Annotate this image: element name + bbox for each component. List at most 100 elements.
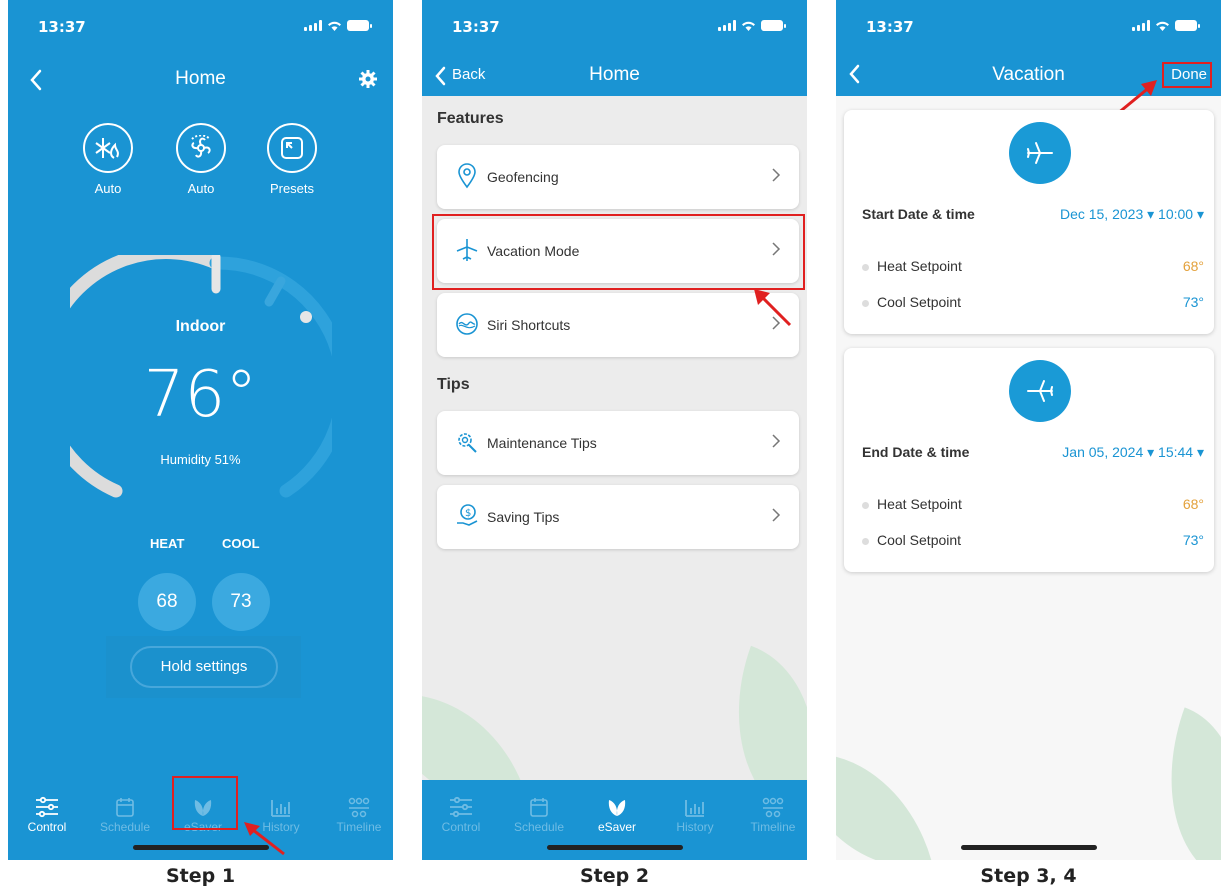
row-label: Cool Setpoint bbox=[877, 294, 962, 310]
row-label: Geofencing bbox=[487, 169, 559, 185]
calendar-icon bbox=[530, 798, 548, 817]
mode-button-system[interactable]: Auto bbox=[73, 123, 143, 196]
step1-screen: 13:37 Home Auto Auto Presets Indoor 76° bbox=[8, 0, 393, 860]
tab-control[interactable]: Control bbox=[426, 780, 496, 834]
home-indicator bbox=[960, 845, 1097, 850]
heat-setpoint-value: 68° bbox=[1182, 258, 1204, 274]
start-heat-setpoint-row[interactable]: Heat Setpoint 68° bbox=[862, 258, 1204, 274]
indoor-label: Indoor bbox=[175, 318, 226, 335]
status-bar: 13:37 bbox=[422, 0, 807, 52]
tab-control[interactable]: Control bbox=[12, 780, 82, 834]
decorative-leaf bbox=[836, 728, 933, 860]
mode-label: Presets bbox=[269, 181, 315, 196]
heat-setpoint[interactable]: 68 bbox=[138, 573, 196, 631]
status-icons bbox=[1132, 20, 1200, 31]
highlight-box bbox=[172, 776, 238, 830]
gear-icon[interactable] bbox=[359, 70, 377, 88]
step3-caption: Step 3, 4 bbox=[980, 865, 1077, 887]
highlight-box bbox=[432, 214, 805, 290]
bar-chart-icon bbox=[271, 800, 290, 817]
bar-chart-icon bbox=[685, 800, 704, 817]
row-label: Siri Shortcuts bbox=[487, 317, 571, 333]
end-date-label: End Date & time bbox=[862, 444, 970, 460]
svg-text:$: $ bbox=[465, 508, 471, 519]
tab-schedule[interactable]: Schedule bbox=[90, 780, 160, 834]
battery-icon bbox=[347, 20, 372, 31]
tab-timeline[interactable]: Timeline bbox=[738, 780, 807, 834]
tab-label: eSaver bbox=[597, 820, 637, 834]
status-bar: 13:37 bbox=[8, 0, 393, 52]
start-date-card: Start Date & time Dec 15, 2023 ▾ 10:00 ▾… bbox=[844, 110, 1214, 334]
start-cool-setpoint-row[interactable]: Cool Setpoint 73° bbox=[862, 294, 1204, 310]
page-title: Home bbox=[589, 64, 640, 85]
page-title: Home bbox=[175, 68, 226, 89]
row-label: Cool Setpoint bbox=[877, 532, 962, 548]
wifi-icon bbox=[1156, 21, 1169, 31]
home-indicator bbox=[546, 845, 683, 850]
humidity-readout: Humidity 51% bbox=[160, 452, 241, 467]
gear-wrench-icon bbox=[458, 433, 477, 453]
heat-label: HEAT bbox=[150, 536, 185, 551]
pointer-arrow bbox=[754, 289, 792, 327]
start-date-picker[interactable]: Dec 15, 2023 ▾ 10:00 ▾ bbox=[1060, 206, 1204, 223]
header-bar: 13:37 Back Home bbox=[422, 0, 807, 96]
status-icons bbox=[304, 20, 372, 31]
mode-button-fan[interactable]: Auto bbox=[166, 123, 236, 196]
geofencing-row[interactable]: Geofencing bbox=[437, 145, 799, 209]
step2-screen: 13:37 Back Home Features Geofencing Vaca… bbox=[422, 0, 807, 860]
tab-history[interactable]: History bbox=[660, 780, 730, 834]
calendar-icon bbox=[116, 798, 134, 817]
saving-tips-row[interactable]: $ Saving Tips bbox=[437, 485, 799, 549]
step1-caption: Step 1 bbox=[165, 865, 236, 887]
chevron-right-icon bbox=[772, 508, 781, 522]
row-label: Maintenance Tips bbox=[487, 435, 597, 451]
end-date-card: End Date & time Jan 05, 2024 ▾ 15:44 ▾ H… bbox=[844, 348, 1214, 572]
wifi-icon bbox=[328, 21, 341, 31]
signal-icon bbox=[718, 20, 736, 31]
hold-settings-button[interactable]: Hold settings bbox=[130, 646, 278, 688]
status-time: 13:37 bbox=[452, 18, 500, 36]
chevron-right-icon bbox=[772, 434, 781, 448]
tab-label: Schedule bbox=[99, 820, 151, 834]
mode-label: Auto bbox=[187, 181, 215, 196]
end-heat-setpoint-row[interactable]: Heat Setpoint 68° bbox=[862, 496, 1204, 512]
tab-label: Timeline bbox=[336, 820, 382, 834]
signal-icon bbox=[1132, 20, 1150, 31]
siri-shortcuts-row[interactable]: Siri Shortcuts bbox=[437, 293, 799, 357]
maintenance-tips-row[interactable]: Maintenance Tips bbox=[437, 411, 799, 475]
chevron-right-icon bbox=[772, 168, 781, 182]
cool-setpoint-value: 73° bbox=[1182, 532, 1204, 548]
tab-timeline[interactable]: Timeline bbox=[324, 780, 393, 834]
location-pin-icon bbox=[458, 163, 476, 189]
mode-label: Auto bbox=[94, 181, 122, 196]
tab-esaver[interactable]: eSaver bbox=[582, 780, 652, 834]
start-date-label: Start Date & time bbox=[862, 206, 975, 222]
highlight-box bbox=[1162, 62, 1212, 88]
money-hand-icon: $ bbox=[457, 504, 478, 526]
row-label: Heat Setpoint bbox=[877, 258, 962, 274]
bullet-icon bbox=[862, 537, 869, 545]
cool-setpoint-value: 73° bbox=[1182, 294, 1204, 310]
cool-setpoint[interactable]: 73 bbox=[212, 573, 270, 631]
end-cool-setpoint-row[interactable]: Cool Setpoint 73° bbox=[862, 532, 1204, 548]
mode-button-presets[interactable]: Presets bbox=[257, 123, 327, 196]
bullet-icon bbox=[862, 299, 869, 307]
landing-icon bbox=[1009, 360, 1071, 422]
end-date-picker[interactable]: Jan 05, 2024 ▾ 15:44 ▾ bbox=[1062, 444, 1204, 461]
wifi-icon bbox=[742, 21, 755, 31]
sliders-icon bbox=[36, 796, 58, 818]
fan-icon bbox=[176, 123, 226, 173]
timeline-icon bbox=[348, 797, 370, 818]
bullet-icon bbox=[862, 263, 869, 271]
timeline-icon bbox=[762, 797, 784, 818]
status-bar: 13:37 bbox=[836, 0, 1221, 52]
status-time: 13:37 bbox=[866, 18, 914, 36]
takeoff-icon bbox=[1009, 122, 1071, 184]
tab-schedule[interactable]: Schedule bbox=[504, 780, 574, 834]
tab-label: Control bbox=[27, 820, 67, 834]
tab-label: History bbox=[676, 820, 714, 834]
bullet-icon bbox=[862, 501, 869, 509]
siri-icon bbox=[456, 313, 478, 335]
snowflake-flame-icon bbox=[83, 123, 133, 173]
status-icons bbox=[718, 20, 786, 31]
